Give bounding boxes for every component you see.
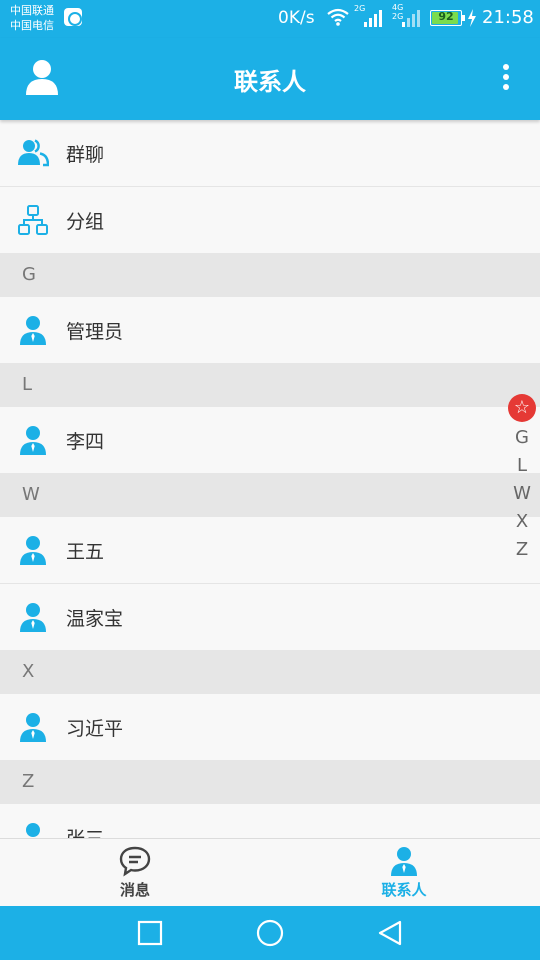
section-header-g: G — [0, 253, 540, 297]
contact-person-icon — [20, 536, 46, 565]
network-speed: 0K/s — [278, 8, 315, 28]
group-label: 分组 — [66, 210, 105, 233]
contact-item[interactable]: 习近平 — [0, 694, 540, 760]
index-letter-w[interactable]: W — [506, 480, 538, 508]
carrier-1: 中国联通 — [10, 4, 54, 17]
status-bar: 中国联通 中国电信 0K/s 2G 4G 2G 92 21:58 — [0, 0, 540, 38]
contact-person-icon — [20, 603, 46, 632]
index-letter-g[interactable]: G — [506, 424, 538, 452]
org-group-icon — [18, 205, 48, 235]
app-bar: 联系人 — [0, 38, 540, 120]
page-title: 联系人 — [234, 68, 306, 96]
tab-contacts-label: 联系人 — [381, 881, 427, 899]
index-favorites-star[interactable]: ☆ — [508, 394, 536, 422]
index-letter-l[interactable]: L — [506, 452, 538, 480]
alphabet-index-bar[interactable]: ☆ G L W X Z — [506, 394, 538, 564]
clock: 21:58 — [482, 7, 534, 28]
tab-messages[interactable]: 消息 — [75, 839, 195, 907]
signal-sim2-icon — [402, 10, 420, 27]
section-header-w: W — [0, 473, 540, 517]
chat-bubble-icon — [119, 846, 151, 877]
carrier-names: 中国联通 中国电信 — [10, 3, 54, 33]
signal-sim1-icon — [364, 10, 382, 27]
group-item[interactable]: 分组 — [0, 187, 540, 253]
contact-person-icon — [20, 713, 46, 742]
system-nav-bar — [0, 906, 540, 960]
notification-app-icon — [64, 8, 82, 26]
contact-name: 管理员 — [66, 320, 124, 343]
contact-name: 李四 — [66, 430, 105, 453]
section-header-l: L — [0, 363, 540, 407]
contact-item[interactable]: 管理员 — [0, 297, 540, 363]
battery-tip — [462, 15, 465, 21]
contact-name: 温家宝 — [66, 607, 124, 630]
back-icon[interactable] — [376, 919, 404, 947]
more-vert-icon[interactable] — [496, 62, 516, 96]
contact-list[interactable]: 群聊 分组 G 管理员 L 李四 W 王五 温家宝 X 习近平 Z — [0, 120, 540, 838]
contact-person-icon — [20, 426, 46, 455]
contact-item[interactable]: 温家宝 — [0, 584, 540, 650]
charging-icon — [468, 9, 476, 27]
contact-person-icon — [26, 823, 40, 837]
group-chat-icon — [18, 139, 49, 167]
carrier-2: 中国电信 — [10, 19, 54, 32]
recent-apps-icon[interactable] — [136, 919, 164, 947]
bottom-tab-bar: 消息 联系人 — [0, 838, 540, 906]
section-header-x: X — [0, 650, 540, 694]
contact-item[interactable]: 张三 — [0, 804, 540, 838]
contact-item[interactable]: 王五 — [0, 517, 540, 583]
contacts-screen: 中国联通 中国电信 0K/s 2G 4G 2G 92 21:58 联系人 群聊 … — [0, 0, 540, 960]
group-chat-label: 群聊 — [66, 143, 105, 166]
battery-icon: 92 — [430, 10, 462, 26]
contact-name: 张三 — [66, 824, 104, 839]
index-letter-z[interactable]: Z — [506, 536, 538, 564]
battery-level: 92 — [438, 10, 454, 23]
contact-person-icon — [20, 316, 46, 345]
section-header-z: Z — [0, 760, 540, 804]
contact-item[interactable]: 李四 — [0, 407, 540, 473]
index-letter-x[interactable]: X — [506, 508, 538, 536]
tab-contacts[interactable]: 联系人 — [344, 839, 464, 907]
contact-person-icon — [391, 847, 417, 876]
tab-messages-label: 消息 — [119, 881, 150, 899]
group-chat-item[interactable]: 群聊 — [0, 120, 540, 186]
home-icon[interactable] — [255, 919, 285, 947]
wifi-icon — [327, 8, 349, 26]
contact-name: 王五 — [66, 540, 105, 563]
contact-name: 习近平 — [66, 717, 124, 740]
